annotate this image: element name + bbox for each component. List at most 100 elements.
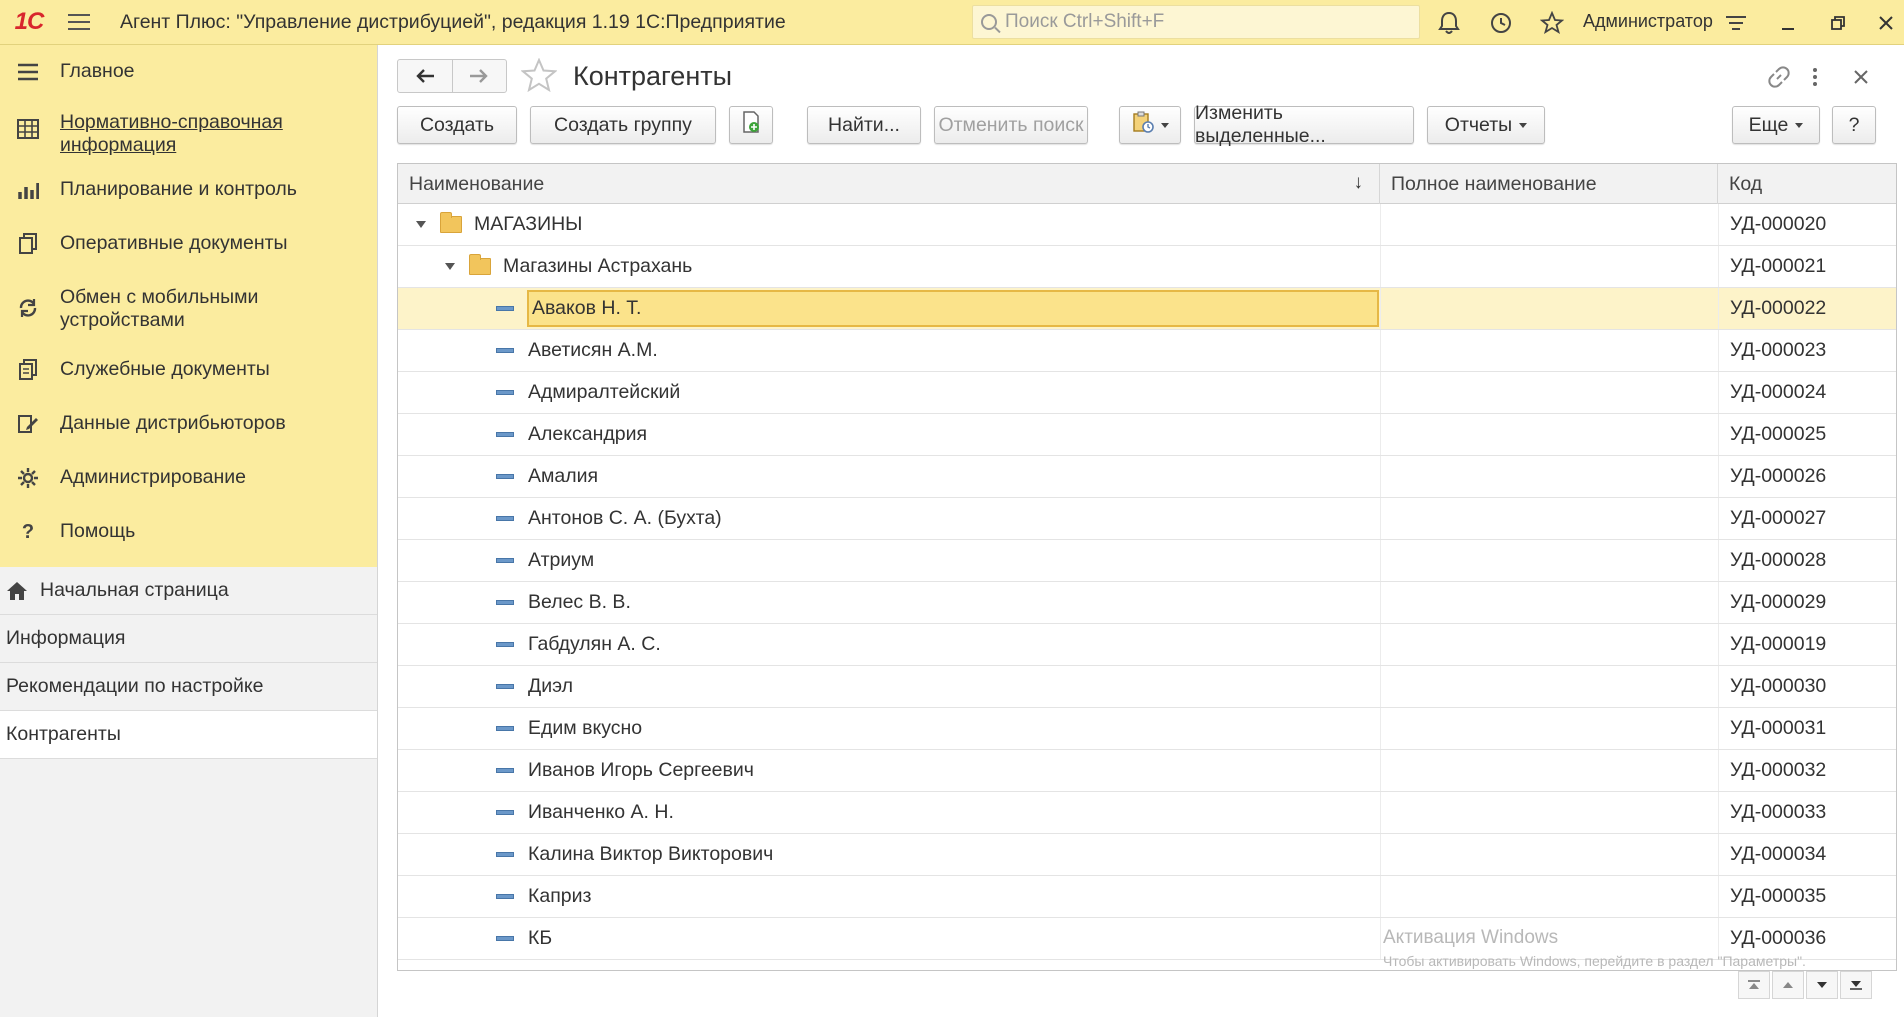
open-window-label: Контрагенты	[6, 723, 121, 745]
table-row[interactable]: Магазины Астрахань УД-000021	[398, 246, 1896, 288]
add-to-favorites-star-icon[interactable]	[520, 57, 558, 98]
forward-arrow-icon[interactable]	[451, 60, 507, 92]
table-row[interactable]: Едим вкусно УД-000031	[398, 708, 1896, 750]
scroll-to-top-icon[interactable]	[1738, 971, 1770, 999]
section-distributor-data[interactable]: Данные дистрибьюторов	[0, 398, 377, 452]
favorites-star-icon[interactable]	[1537, 8, 1567, 38]
section-main[interactable]: Главное	[0, 45, 377, 98]
table-row[interactable]: Атриум УД-000028	[398, 540, 1896, 582]
column-header-label: Код	[1729, 172, 1763, 195]
reports-dropdown-button[interactable]: Отчеты	[1427, 106, 1545, 144]
find-button[interactable]: Найти...	[807, 106, 921, 144]
table-row[interactable]: Аветисян А.М. УД-000023	[398, 330, 1896, 372]
section-label: Служебные документы	[60, 358, 270, 380]
table-row[interactable]: Амалия УД-000026	[398, 456, 1896, 498]
expand-triangle-icon[interactable]	[445, 263, 455, 270]
table-row[interactable]: Иванченко А. Н. УД-000033	[398, 792, 1896, 834]
section-mobile-exchange[interactable]: Обмен с мобильными устройствами	[0, 272, 377, 344]
more-vertical-icon[interactable]	[1801, 63, 1829, 91]
table-row[interactable]: Диэл УД-000030	[398, 666, 1896, 708]
section-nsi[interactable]: Нормативно-справочная информация	[0, 98, 377, 164]
code-cell: УД-000021	[1718, 246, 1896, 287]
open-window-counterparties[interactable]: Контрагенты	[0, 711, 377, 759]
chevron-down-icon	[1519, 122, 1528, 128]
1c-logo[interactable]: 1С	[0, 0, 58, 45]
column-header-full-name[interactable]: Полное наименование	[1380, 164, 1718, 204]
search-placeholder: Поиск Ctrl+Shift+F	[1005, 11, 1165, 32]
table-row-selected[interactable]: Аваков Н. Т. УД-000022	[398, 288, 1896, 330]
open-window-home[interactable]: Начальная страница	[0, 567, 377, 615]
bell-icon[interactable]	[1434, 8, 1464, 38]
table-row[interactable]: Антонов С. А. (Бухта) УД-000027	[398, 498, 1896, 540]
table-row[interactable]: Адмиралтейский УД-000024	[398, 372, 1896, 414]
column-header-code[interactable]: Код	[1718, 164, 1896, 204]
full-name-cell	[1380, 834, 1718, 875]
table-row[interactable]: Александрия УД-000025	[398, 414, 1896, 456]
navigation-buttons	[397, 59, 507, 93]
catalog-item-icon	[496, 558, 514, 563]
name-cell: Атриум	[398, 540, 1380, 581]
section-help[interactable]: ? Помощь	[0, 506, 377, 560]
table-row[interactable]: МАГАЗИНЫ УД-000020	[398, 204, 1896, 246]
main-menu-button[interactable]	[58, 0, 100, 45]
copy-button[interactable]	[729, 106, 773, 144]
command-bar: Создать Создать группу Найти... Отменить…	[397, 102, 1897, 147]
scroll-to-bottom-icon[interactable]	[1840, 971, 1872, 999]
back-arrow-icon[interactable]	[398, 60, 452, 92]
table-row[interactable]: Габдулян А. С. УД-000019	[398, 624, 1896, 666]
reports-label: Отчеты	[1444, 113, 1513, 136]
history-icon[interactable]	[1486, 8, 1516, 38]
column-header-name[interactable]: Наименование ↓	[398, 164, 1380, 204]
cancel-search-button[interactable]: Отменить поиск	[934, 106, 1088, 144]
windows-activation-watermark: Активация Windows Чтобы активировать Win…	[1383, 927, 1806, 969]
section-service-docs[interactable]: Служебные документы	[0, 344, 377, 398]
distributor-icon	[14, 410, 42, 438]
settings-lines-icon[interactable]	[1718, 8, 1754, 38]
catalog-item-icon	[496, 642, 514, 647]
scroll-up-icon[interactable]	[1772, 971, 1804, 999]
current-user[interactable]: Администратор	[1583, 11, 1713, 32]
scroll-down-icon[interactable]	[1806, 971, 1838, 999]
name-cell: Едим вкусно	[398, 708, 1380, 749]
close-form-icon[interactable]	[1847, 63, 1875, 91]
table-row[interactable]: Калина Виктор Викторович УД-000034	[398, 834, 1896, 876]
selected-cell[interactable]: Аваков Н. Т.	[527, 290, 1379, 327]
restore-icon[interactable]	[1820, 8, 1856, 38]
code-cell: УД-000029	[1718, 582, 1896, 623]
name-cell: Иванченко А. Н.	[398, 792, 1380, 833]
search-icon	[981, 14, 997, 30]
row-name: КБ	[528, 927, 553, 949]
section-label: Нормативно-справочная информация	[60, 111, 283, 156]
create-button[interactable]: Создать	[397, 106, 517, 144]
change-selected-button[interactable]: Изменить выделенные...	[1194, 102, 1414, 147]
row-name: Едим вкусно	[528, 717, 643, 739]
report-settings-icon	[1132, 111, 1154, 139]
code-cell: УД-000019	[1718, 624, 1896, 665]
open-window-info[interactable]: Информация	[0, 615, 377, 663]
close-icon[interactable]	[1868, 8, 1904, 38]
open-window-recommendations[interactable]: Рекомендации по настройке	[0, 663, 377, 711]
name-cell: Амалия	[398, 456, 1380, 497]
print-dropdown-button[interactable]	[1119, 106, 1181, 144]
table-row[interactable]: Каприз УД-000035	[398, 876, 1896, 918]
section-administration[interactable]: Администрирование	[0, 452, 377, 506]
table-row[interactable]: Велес В. В. УД-000029	[398, 582, 1896, 624]
name-cell: Аваков Н. Т.	[398, 288, 1380, 329]
section-operational-docs[interactable]: Оперативные документы	[0, 218, 377, 272]
folder-icon	[440, 212, 462, 233]
code-cell: УД-000034	[1718, 834, 1896, 875]
more-dropdown-button[interactable]: Еще	[1732, 106, 1820, 144]
section-planning[interactable]: Планирование и контроль	[0, 164, 377, 218]
code-cell: УД-000033	[1718, 792, 1896, 833]
table-row[interactable]: Иванов Игорь Сергеевич УД-000032	[398, 750, 1896, 792]
link-icon[interactable]	[1765, 63, 1793, 91]
service-docs-icon	[14, 356, 42, 384]
code-cell: УД-000032	[1718, 750, 1896, 791]
search-input[interactable]: Поиск Ctrl+Shift+F	[972, 5, 1420, 39]
help-button[interactable]: ?	[1832, 106, 1876, 144]
open-window-label: Рекомендации по настройке	[6, 675, 264, 697]
expand-triangle-icon[interactable]	[416, 221, 426, 228]
minimize-icon[interactable]	[1770, 8, 1806, 38]
create-group-button[interactable]: Создать группу	[530, 106, 716, 144]
watermark-line1: Активация Windows	[1383, 927, 1559, 948]
